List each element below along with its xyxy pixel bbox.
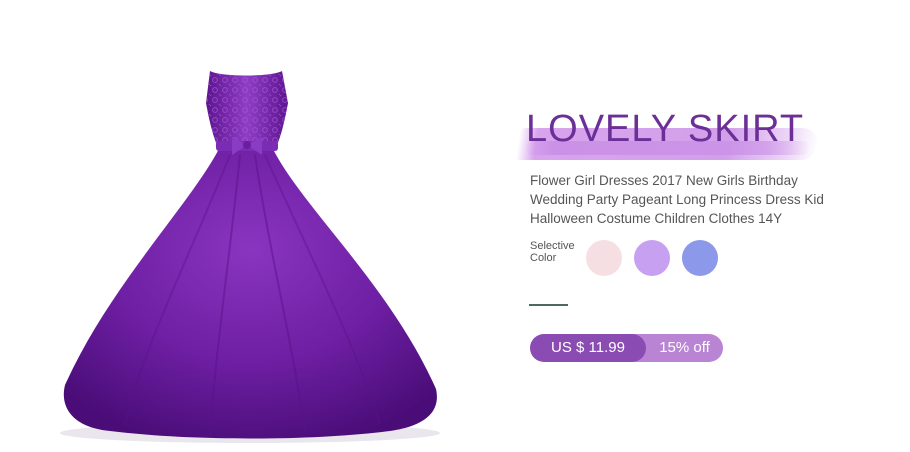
product-image [40,55,480,447]
color-swatch-lavender[interactable] [634,240,670,276]
color-swatch-pink[interactable] [586,240,622,276]
divider [529,304,568,306]
color-swatch-periwinkle[interactable] [682,240,718,276]
page-title: LOVELY SKIRT [526,108,805,150]
color-label-line1: Selective [530,240,575,252]
price-button[interactable]: US $ 11.99 15% off [530,334,723,362]
dress-illustration [60,71,440,443]
color-selector-label: Selective Color [530,240,590,264]
skirt [63,147,437,439]
product-description: Flower Girl Dresses 2017 New Girls Birth… [530,173,824,226]
color-label-line2: Color [530,252,557,264]
price-amount: US $ 11.99 [530,334,646,362]
discount-label: 15% off [659,339,710,356]
